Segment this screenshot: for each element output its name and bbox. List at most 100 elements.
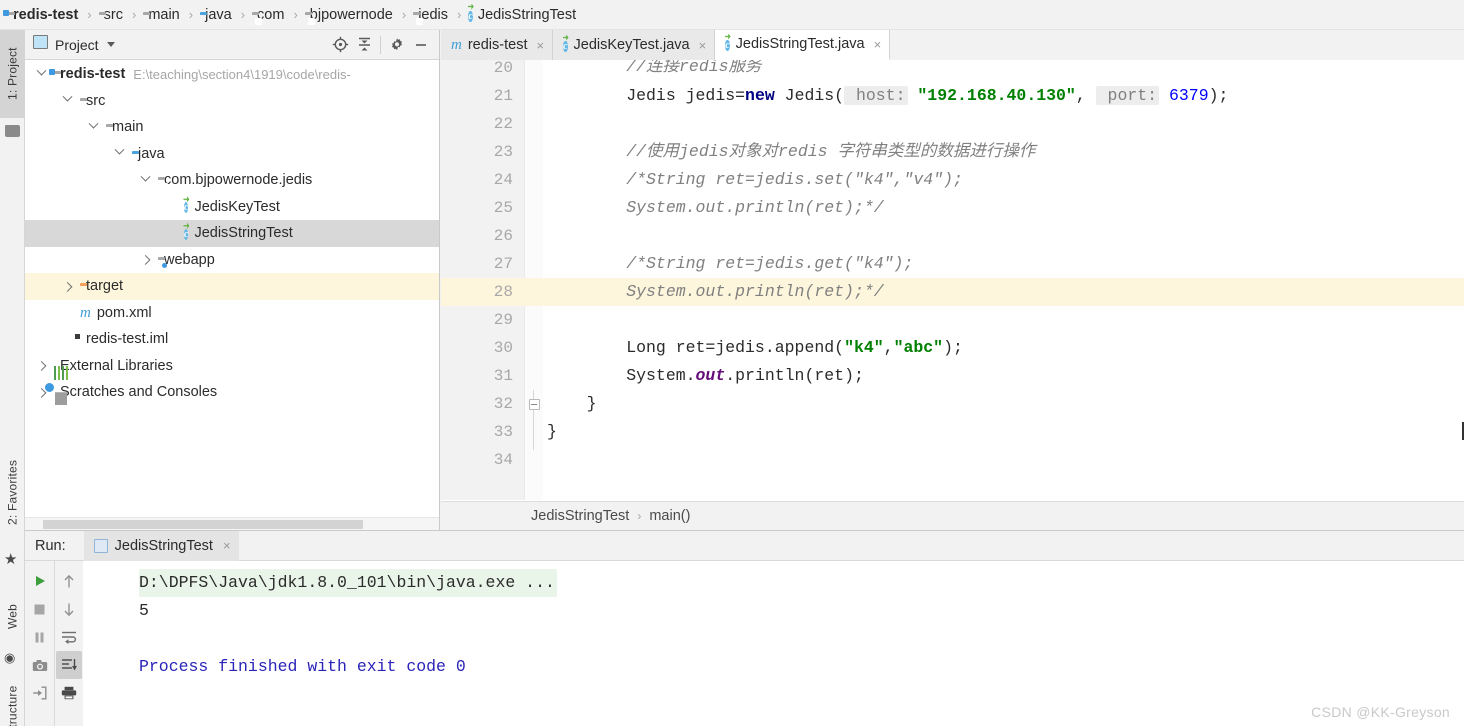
- close-icon[interactable]: ×: [536, 38, 544, 53]
- close-icon[interactable]: ×: [699, 38, 707, 53]
- scrollbar-thumb[interactable]: [43, 520, 363, 529]
- code-token: port:: [1095, 86, 1160, 105]
- sidebar-item-project[interactable]: 1: Project: [0, 30, 25, 118]
- minimize-icon[interactable]: [409, 33, 433, 57]
- console-line-text: 5: [139, 601, 149, 620]
- editor-tab-redis-test[interactable]: m redis-test ×: [441, 30, 554, 60]
- run-tab-jedisstringtest[interactable]: JedisStringTest ×: [83, 530, 239, 561]
- chevron-down-icon[interactable]: [59, 91, 75, 106]
- tree-node-java[interactable]: java: [25, 141, 439, 168]
- editor-tab-jediskeytest-java[interactable]: c JedisKeyTest.java ×: [553, 30, 716, 60]
- breadcrumb-method[interactable]: main(): [649, 508, 690, 524]
- code-text: System.out.println(ret);*/: [547, 194, 1464, 222]
- tree-node-com-bjpowernode-jedis[interactable]: com.bjpowernode.jedis: [25, 167, 439, 194]
- chevron-down-icon[interactable]: [106, 42, 115, 47]
- editor-tab-jedisstringtest-java[interactable]: c JedisStringTest.java ×: [715, 30, 891, 60]
- code-token: );: [943, 338, 963, 357]
- code-line[interactable]: 23 //使用jedis对象对redis 字符串类型的数据进行操作: [441, 138, 1464, 166]
- soft-wrap-icon[interactable]: [56, 623, 82, 651]
- breadcrumb-item-java[interactable]: java: [200, 0, 232, 30]
- sidebar-item-favorites[interactable]: 2: Favorites: [0, 440, 25, 545]
- editor-breadcrumb[interactable]: JedisStringTest › main(): [441, 501, 1464, 530]
- breadcrumb-item-jedisstringtest[interactable]: c JedisStringTest: [468, 0, 576, 30]
- code-line[interactable]: 28 System.out.println(ret);*/: [441, 278, 1464, 306]
- tree-node-scratches-and-consoles[interactable]: Scratches and Consoles: [25, 379, 439, 406]
- down-arrow-icon[interactable]: [56, 595, 82, 623]
- breadcrumb-item-main[interactable]: main: [143, 0, 179, 30]
- project-horizontal-scrollbar[interactable]: [25, 517, 439, 530]
- maven-icon: m: [451, 37, 462, 53]
- sidebar-item-structure[interactable]: Structure: [0, 670, 25, 726]
- chevron-down-icon[interactable]: [137, 171, 153, 186]
- print-icon[interactable]: [56, 679, 82, 707]
- code-line[interactable]: 27 /*String ret=jedis.get("k4");: [441, 250, 1464, 278]
- code-line[interactable]: 30 Long ret=jedis.append("k4","abc");: [441, 334, 1464, 362]
- tree-node-pom-xml[interactable]: m pom.xml: [25, 300, 439, 327]
- breadcrumb-separator: ›: [240, 7, 246, 22]
- breadcrumb-item-com[interactable]: com: [252, 0, 284, 30]
- export-icon[interactable]: [27, 679, 53, 707]
- console-output[interactable]: D:\DPFS\Java\jdk1.8.0_101\bin\java.exe .…: [83, 561, 1464, 726]
- chevron-right-icon[interactable]: [33, 360, 49, 372]
- code-line[interactable]: 26: [441, 222, 1464, 250]
- scroll-to-end-icon[interactable]: [56, 651, 82, 679]
- breadcrumb-item-label: JedisStringTest: [477, 6, 577, 23]
- code-text: Long ret=jedis.append("k4","abc");: [547, 334, 1464, 362]
- tree-node-target[interactable]: target: [25, 273, 439, 300]
- chevron-down-icon[interactable]: [85, 118, 101, 133]
- camera-icon[interactable]: [27, 651, 53, 679]
- code-editor[interactable]: 20 //连接redis服务 21 Jedis jedis=new Jedis( …: [441, 60, 1464, 500]
- code-line[interactable]: 25 System.out.println(ret);*/: [441, 194, 1464, 222]
- code-line[interactable]: 21 Jedis jedis=new Jedis( host: "192.168…: [441, 82, 1464, 110]
- stop-icon[interactable]: [27, 595, 53, 623]
- chevron-down-icon[interactable]: [111, 144, 127, 159]
- code-line[interactable]: 24 /*String ret=jedis.set("k4","v4");: [441, 166, 1464, 194]
- close-icon[interactable]: ×: [874, 37, 882, 52]
- breadcrumb-item-src[interactable]: src: [99, 0, 123, 30]
- chevron-right-icon[interactable]: [59, 281, 75, 292]
- tree-node-label: pom.xml: [96, 304, 152, 321]
- tree-node-jedisstringtest[interactable]: c JedisStringTest: [25, 220, 439, 247]
- project-tree[interactable]: redis-test E:\teaching\section4\1919\code…: [25, 61, 439, 508]
- code-line[interactable]: 31 System.out.println(ret);: [441, 362, 1464, 390]
- line-number: 23: [493, 143, 513, 161]
- breadcrumb-item-bjpowernode[interactable]: bjpowernode: [305, 0, 393, 30]
- code-token: /*String ret=jedis.get("k4");: [547, 254, 914, 273]
- locate-icon[interactable]: [328, 33, 352, 57]
- breadcrumb-item-jedis[interactable]: jedis: [413, 0, 448, 30]
- tree-node-redis-test[interactable]: redis-test E:\teaching\section4\1919\code…: [25, 61, 439, 88]
- code-line[interactable]: 29: [441, 306, 1464, 334]
- tree-node-redis-test-iml[interactable]: redis-test.iml: [25, 326, 439, 353]
- code-line[interactable]: 34: [441, 446, 1464, 474]
- rerun-icon[interactable]: [27, 567, 53, 595]
- chevron-down-icon[interactable]: [33, 65, 49, 80]
- up-arrow-icon[interactable]: [56, 567, 82, 595]
- line-number: 21: [493, 87, 513, 105]
- breadcrumb-item-redis-test[interactable]: redis-test: [3, 0, 78, 30]
- tree-node-jediskeytest[interactable]: c JedisKeyTest: [25, 194, 439, 221]
- code-line[interactable]: 20 //连接redis服务: [441, 60, 1464, 82]
- close-icon[interactable]: ×: [223, 538, 231, 553]
- run-toolbar-col-right: [54, 561, 83, 726]
- gear-icon[interactable]: [385, 33, 409, 57]
- code-line[interactable]: 32 }: [441, 390, 1464, 418]
- pause-icon[interactable]: [27, 623, 53, 651]
- breadcrumb-class[interactable]: JedisStringTest: [531, 508, 629, 524]
- code-line[interactable]: 33}: [441, 418, 1464, 446]
- project-window-icon: [33, 35, 48, 54]
- breadcrumb-item-label: bjpowernode: [309, 6, 393, 23]
- sidebar-item-web[interactable]: Web: [0, 585, 25, 647]
- run-config-icon: [93, 538, 108, 553]
- tree-node-external-libraries[interactable]: External Libraries: [25, 353, 439, 380]
- code-lines[interactable]: 20 //连接redis服务 21 Jedis jedis=new Jedis( …: [441, 60, 1464, 474]
- code-token: );: [1208, 86, 1229, 105]
- code-token: "k4": [844, 338, 884, 357]
- line-number: 20: [493, 60, 513, 77]
- tree-node-main[interactable]: main: [25, 114, 439, 141]
- fold-collapse-icon[interactable]: [525, 390, 543, 418]
- chevron-right-icon[interactable]: [137, 254, 153, 266]
- code-line[interactable]: 22: [441, 110, 1464, 138]
- collapse-all-icon[interactable]: [352, 33, 376, 57]
- tree-node-webapp[interactable]: webapp: [25, 247, 439, 274]
- tree-node-src[interactable]: src: [25, 88, 439, 115]
